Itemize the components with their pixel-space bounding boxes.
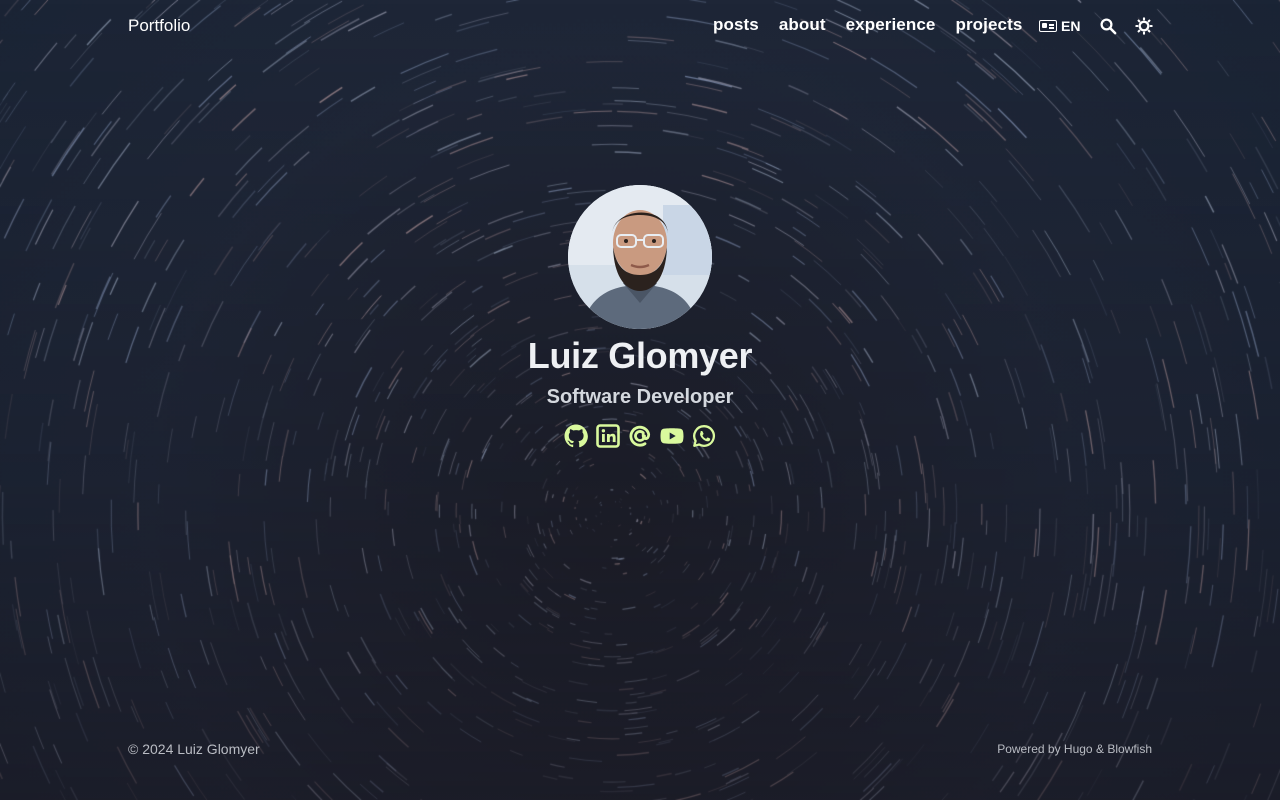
- language-icon: [1039, 20, 1057, 32]
- profile-avatar: [568, 185, 712, 329]
- ampersand: &: [1095, 742, 1104, 756]
- powered-by-label: Powered by: [997, 742, 1061, 756]
- site-brand-link[interactable]: Portfolio: [128, 16, 190, 36]
- whatsapp-icon: [693, 425, 716, 447]
- main-nav: posts about experience projects: [713, 15, 1022, 35]
- site-footer: © 2024 Luiz Glomyer Powered by Hugo & Bl…: [0, 740, 1280, 760]
- nav-projects[interactable]: projects: [955, 15, 1022, 35]
- nav-about[interactable]: about: [779, 15, 826, 35]
- powered-by: Powered by Hugo & Blowfish: [997, 742, 1152, 756]
- hugo-link[interactable]: Hugo: [1064, 742, 1093, 756]
- language-switcher[interactable]: EN: [1039, 18, 1080, 34]
- email-link[interactable]: [628, 424, 652, 448]
- github-icon: [564, 424, 588, 448]
- profile-photo: [568, 185, 712, 329]
- profile-name: Luiz Glomyer: [527, 335, 753, 376]
- social-links: [564, 424, 716, 448]
- whatsapp-link[interactable]: [692, 424, 716, 448]
- github-link[interactable]: [564, 424, 588, 448]
- profile-role: Software Developer: [546, 386, 734, 408]
- site-header: Portfolio posts about experience project…: [0, 0, 1280, 52]
- profile-hero: Luiz Glomyer Software Developer: [0, 0, 1280, 800]
- nav-posts[interactable]: posts: [713, 15, 759, 35]
- sun-icon: [1135, 17, 1153, 35]
- linkedin-icon: [596, 424, 620, 448]
- youtube-link[interactable]: [660, 424, 684, 448]
- nav-experience[interactable]: experience: [846, 15, 936, 35]
- language-label: EN: [1061, 18, 1081, 34]
- search-icon: [1100, 18, 1117, 35]
- search-button[interactable]: [1099, 17, 1117, 35]
- youtube-icon: [660, 428, 684, 444]
- email-icon: [629, 425, 651, 447]
- theme-toggle-button[interactable]: [1135, 17, 1153, 35]
- copyright-text: © 2024 Luiz Glomyer: [128, 741, 260, 757]
- linkedin-link[interactable]: [596, 424, 620, 448]
- blowfish-link[interactable]: Blowfish: [1107, 742, 1152, 756]
